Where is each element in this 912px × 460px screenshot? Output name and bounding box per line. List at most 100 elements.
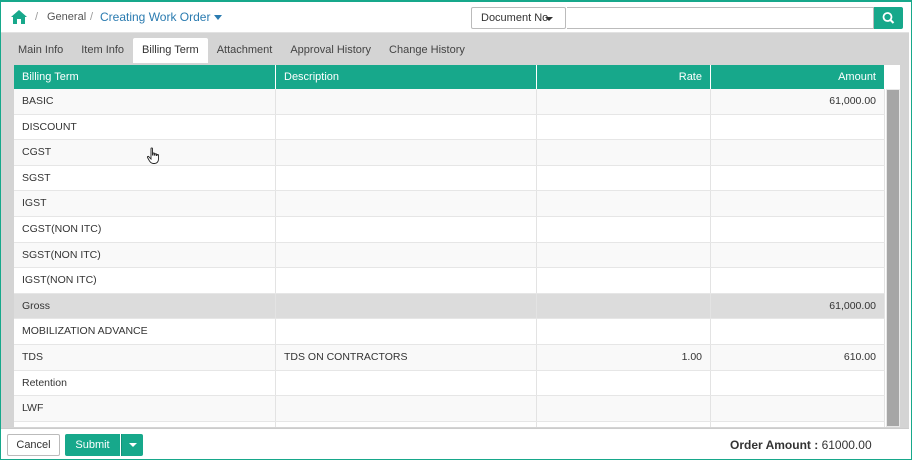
table-row[interactable]: BASIC 61,000.00 [14, 89, 885, 115]
cell-rate[interactable] [537, 140, 711, 165]
search-field-select[interactable]: Document No [471, 7, 566, 29]
cell-description[interactable] [276, 242, 537, 268]
cell-rate[interactable] [537, 89, 711, 114]
cell-rate[interactable] [537, 268, 711, 293]
cell-amount[interactable] [711, 242, 885, 268]
tab-bar: Main Info Item Info Billing Term Attachm… [9, 38, 474, 63]
breadcrumb-current-page[interactable]: Creating Work Order [100, 10, 210, 24]
table-row[interactable]: DISCOUNT [14, 114, 885, 141]
cell-billing-term[interactable]: IGST [14, 191, 276, 216]
cell-billing-term[interactable]: MOBILIZATION ADVANCE [14, 319, 276, 344]
cell-billing-term[interactable]: SGST(NON ITC) [14, 242, 276, 268]
cell-description[interactable] [276, 268, 537, 293]
tab-approval-history[interactable]: Approval History [281, 38, 380, 63]
caret-down-icon [129, 443, 137, 447]
table-row[interactable]: TDS TDS ON CONTRACTORS 1.00 610.00 [14, 344, 885, 371]
table-row[interactable]: SGST(NON ITC) [14, 242, 885, 269]
tab-billing-term[interactable]: Billing Term [133, 38, 208, 63]
cell-amount[interactable] [711, 421, 885, 427]
cell-description[interactable] [276, 421, 537, 427]
cell-billing-term[interactable]: SGST [14, 165, 276, 191]
column-header-billing-term[interactable]: Billing Term [14, 65, 276, 89]
cell-amount[interactable] [711, 191, 885, 216]
home-icon[interactable] [11, 10, 27, 24]
cell-description[interactable] [276, 319, 537, 344]
cell-description[interactable] [276, 216, 537, 242]
table-row[interactable]: SGST [14, 165, 885, 192]
cell-rate[interactable] [537, 216, 711, 242]
table-row[interactable]: MOBILIZATION ADVANCE [14, 319, 885, 345]
search-button[interactable] [874, 7, 903, 29]
column-header-rate[interactable]: Rate [537, 65, 711, 89]
cell-amount[interactable] [711, 140, 885, 165]
scrollbar-thumb[interactable] [887, 90, 899, 426]
tab-change-history[interactable]: Change History [380, 38, 474, 63]
cell-description[interactable] [276, 370, 537, 396]
cell-amount[interactable] [711, 319, 885, 344]
cell-rate[interactable]: 1.00 [537, 344, 711, 370]
cell-description[interactable] [276, 165, 537, 191]
cell-amount[interactable] [711, 396, 885, 421]
table-row[interactable]: Retention [14, 370, 885, 397]
cell-amount[interactable]: 61,000.00 [711, 293, 885, 319]
cell-billing-term[interactable]: LWF [14, 396, 276, 421]
cell-rate[interactable] [537, 421, 711, 427]
cell-description[interactable] [276, 293, 537, 319]
cell-rate[interactable] [537, 293, 711, 319]
cell-billing-term[interactable]: BASIC [14, 89, 276, 114]
cell-rate[interactable] [537, 370, 711, 396]
hand-cursor-icon [146, 147, 159, 164]
cell-amount[interactable] [711, 216, 885, 242]
breadcrumb-general[interactable]: General [47, 11, 86, 23]
table-row[interactable] [14, 421, 885, 427]
cell-billing-term[interactable]: Retention [14, 370, 276, 396]
submit-options-button[interactable] [121, 434, 143, 456]
cell-billing-term[interactable]: DISCOUNT [14, 114, 276, 140]
cell-description[interactable] [276, 89, 537, 114]
cell-amount[interactable] [711, 268, 885, 293]
cell-amount[interactable] [711, 370, 885, 396]
cell-amount[interactable]: 61,000.00 [711, 89, 885, 114]
cell-rate[interactable] [537, 319, 711, 344]
column-header-amount[interactable]: Amount [711, 65, 885, 89]
tab-main-info[interactable]: Main Info [9, 38, 72, 63]
search-input[interactable] [567, 7, 874, 29]
cell-rate[interactable] [537, 114, 711, 140]
search-icon [882, 12, 895, 24]
table-row[interactable]: Gross 61,000.00 [14, 293, 885, 320]
billing-term-table: Billing Term Description Rate Amount BAS… [14, 65, 900, 427]
table-row[interactable]: CGST [14, 140, 885, 166]
chevron-down-icon[interactable] [214, 15, 222, 20]
cell-billing-term[interactable] [14, 421, 276, 427]
vertical-scrollbar[interactable] [886, 89, 900, 427]
caret-down-icon [545, 17, 553, 21]
cell-billing-term[interactable]: CGST [14, 140, 276, 165]
cell-amount[interactable] [711, 114, 885, 140]
table-row[interactable]: LWF [14, 396, 885, 422]
cell-amount[interactable] [711, 165, 885, 191]
cell-description[interactable] [276, 140, 537, 165]
cell-billing-term[interactable]: TDS [14, 344, 276, 370]
table-row[interactable]: IGST [14, 191, 885, 217]
table-row[interactable]: CGST(NON ITC) [14, 216, 885, 243]
submit-button[interactable]: Submit [65, 434, 120, 456]
cell-billing-term[interactable]: Gross [14, 293, 276, 319]
cell-description[interactable]: TDS ON CONTRACTORS [276, 344, 537, 370]
order-amount: Order Amount : 61000.00 [730, 438, 872, 452]
table-row[interactable]: IGST(NON ITC) [14, 268, 885, 294]
cell-amount[interactable]: 610.00 [711, 344, 885, 370]
cell-description[interactable] [276, 114, 537, 140]
breadcrumb-separator: / [35, 11, 39, 23]
cell-rate[interactable] [537, 396, 711, 421]
column-header-description[interactable]: Description [276, 65, 537, 89]
cell-description[interactable] [276, 191, 537, 216]
cancel-button[interactable]: Cancel [7, 434, 60, 456]
tab-item-info[interactable]: Item Info [72, 38, 133, 63]
cell-rate[interactable] [537, 242, 711, 268]
cell-description[interactable] [276, 396, 537, 421]
cell-rate[interactable] [537, 191, 711, 216]
cell-billing-term[interactable]: CGST(NON ITC) [14, 216, 276, 242]
tab-attachment[interactable]: Attachment [208, 38, 282, 63]
cell-rate[interactable] [537, 165, 711, 191]
cell-billing-term[interactable]: IGST(NON ITC) [14, 268, 276, 293]
